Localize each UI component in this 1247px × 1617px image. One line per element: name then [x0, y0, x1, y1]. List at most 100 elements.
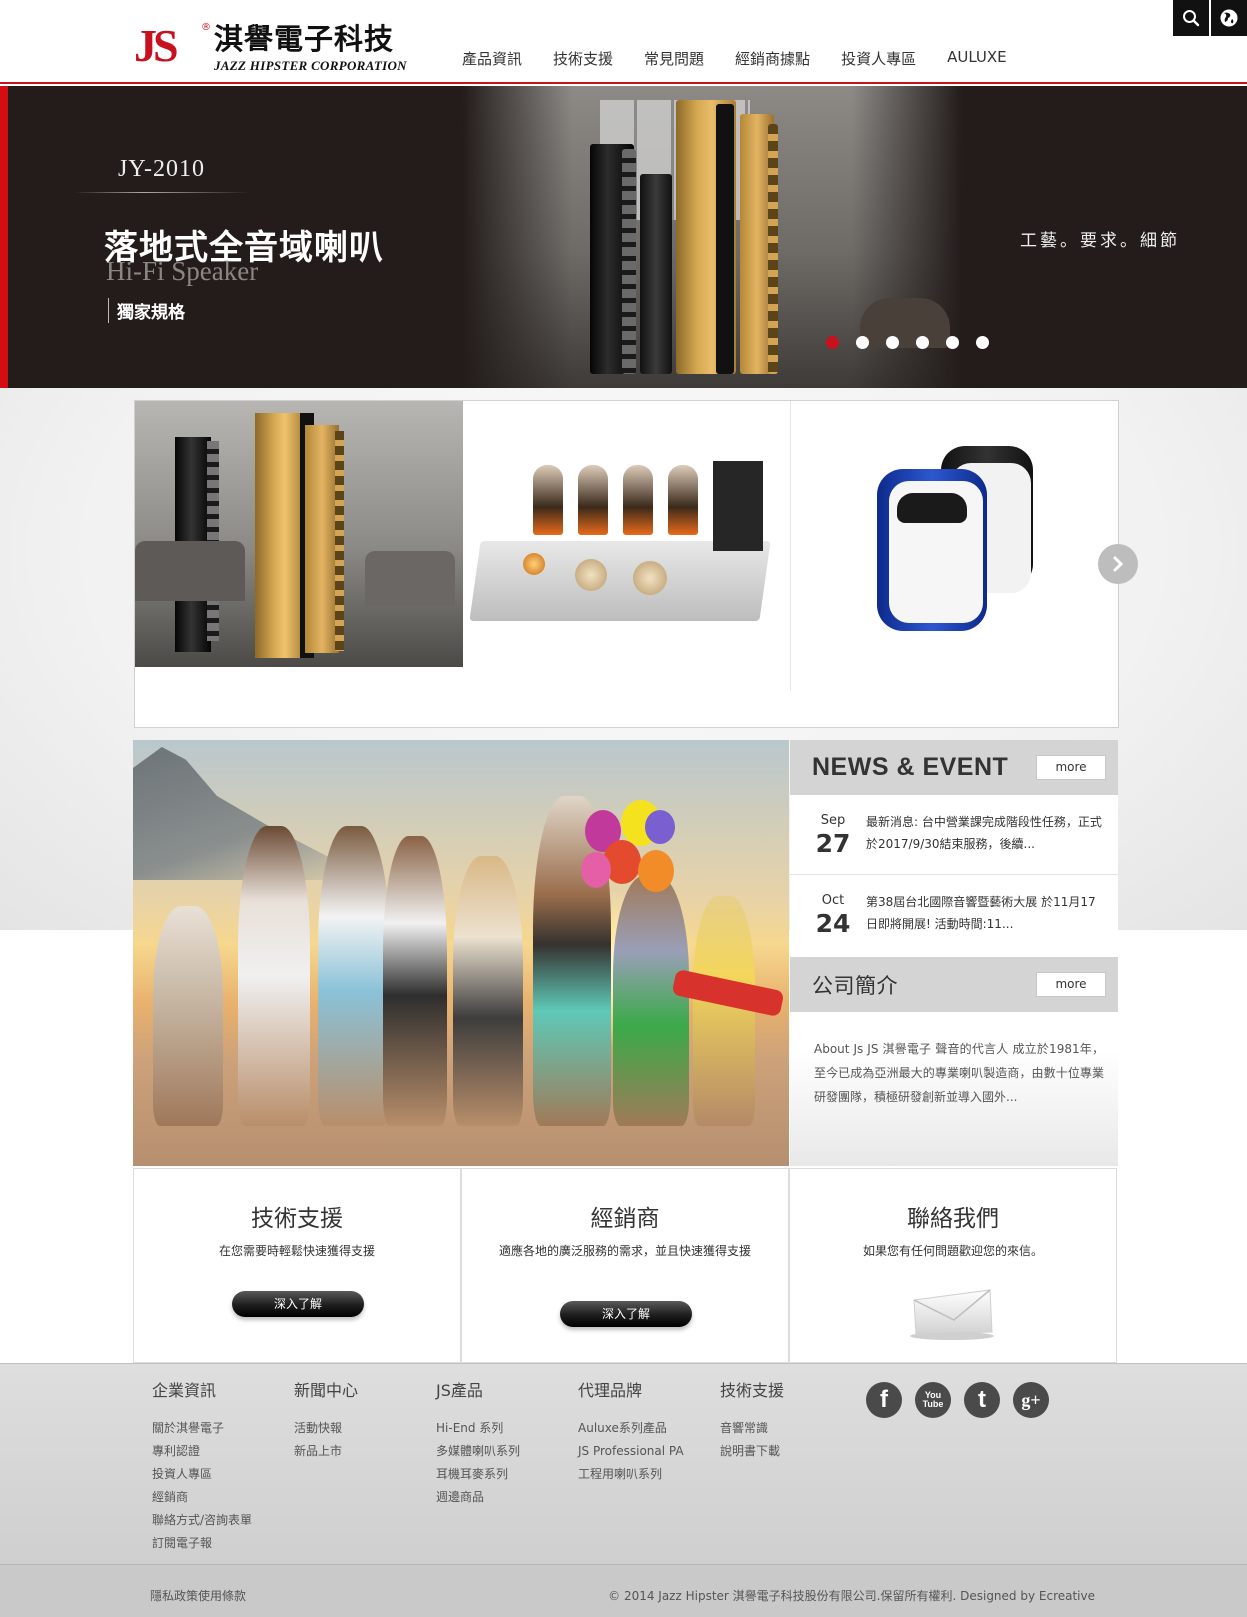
footer-link[interactable]: Auluxe系列產品	[578, 1417, 684, 1440]
person-silhouette	[383, 836, 447, 1126]
logo[interactable]: JS ® 淇譽電子科技 JAZZ HIPSTER CORPORATION	[134, 20, 414, 74]
product-card-voice-amplifier[interactable]	[791, 401, 1119, 691]
footer-link[interactable]: 關於淇譽電子	[152, 1417, 252, 1440]
box-desc: 如果您有任何問題歡迎您的來信。	[862, 1244, 1043, 1258]
social-links: f You Tube t g+	[866, 1382, 1062, 1418]
news-day: 27	[815, 829, 851, 858]
footer-link[interactable]: Hi-End 系列	[436, 1417, 520, 1440]
nav-item-investors[interactable]: 投資人專區	[841, 48, 916, 69]
person-silhouette	[318, 826, 390, 1126]
box-dealers: 經銷商 適應各地的廣泛服務的需求，並且快速獲得支援 深入了解	[461, 1168, 789, 1363]
logo-name-en: JAZZ HIPSTER CORPORATION	[214, 58, 407, 73]
chevron-right-icon	[1113, 556, 1124, 572]
slider-dot-5[interactable]	[946, 336, 959, 349]
hero-banner[interactable]: JY-2010 落地式全音域喇叭 Hi-Fi Speaker 獨家規格 工藝。要…	[0, 86, 1247, 388]
footer-column-news: 新聞中心 活動快報 新品上市	[294, 1377, 358, 1463]
box-desc: 在您需要時輕鬆快速獲得支援	[218, 1244, 375, 1258]
footer-link[interactable]: 音響常識	[720, 1417, 784, 1440]
globe-icon	[1220, 9, 1238, 27]
footer-link[interactable]: 經銷商	[152, 1486, 252, 1509]
news-panel: NEWS & EVENT more Sep 27 最新消息: 台中營業課完成階段…	[790, 740, 1118, 957]
hero-model: JY-2010	[118, 156, 206, 182]
footer-link[interactable]: 說明書下載	[720, 1440, 784, 1463]
registered-mark: ®	[201, 22, 211, 33]
hero-speaker-black-3	[716, 104, 734, 374]
slider-dot-4[interactable]	[916, 336, 929, 349]
footer-link[interactable]: 新品上市	[294, 1440, 358, 1463]
hero-model-divider	[74, 192, 249, 193]
slider-dot-6[interactable]	[976, 336, 989, 349]
footer-link[interactable]: 訂閱電子報	[152, 1532, 252, 1555]
footer-link[interactable]: 耳機耳麥系列	[436, 1463, 520, 1486]
hero-speaker-gold-2-drivers	[768, 124, 778, 374]
feature-boxes: 技術支援 在您需要時輕鬆快速獲得支援 深入了解 經銷商 適應各地的廣泛服務的需求…	[133, 1168, 1118, 1363]
top-icons	[1171, 0, 1247, 36]
learn-more-button[interactable]: 深入了解	[560, 1301, 692, 1327]
news-item[interactable]: Sep 27 最新消息: 台中營業課完成階段性任務，正式於2017/9/30結束…	[790, 795, 1118, 875]
about-body: About Js JS 淇譽電子 聲音的代言人 成立於1981年，至今已成為亞洲…	[814, 1042, 1104, 1104]
footer-heading: JS產品	[436, 1381, 483, 1400]
box-desc: 適應各地的廣泛服務的需求，並且快速獲得支援	[498, 1244, 751, 1258]
footer-link[interactable]: 活動快報	[294, 1417, 358, 1440]
envelope-icon[interactable]	[908, 1284, 996, 1340]
lifestyle-image	[133, 740, 789, 1166]
footer-link[interactable]: 週邊商品	[436, 1486, 520, 1509]
about-more-button[interactable]: more	[1036, 972, 1106, 997]
slider-dot-1[interactable]	[826, 336, 839, 349]
copyright: © 2014 Jazz Hipster 淇譽電子科技股份有限公司.保留所有權利.…	[608, 1589, 1095, 1603]
footer-link[interactable]: 專利認證	[152, 1440, 252, 1463]
carousel-next-button[interactable]	[1098, 544, 1138, 584]
balloon	[645, 810, 675, 844]
news-text[interactable]: 最新消息: 台中營業課完成階段性任務，正式於2017/9/30結束服務，後續..…	[866, 811, 1106, 855]
balloon	[638, 850, 674, 892]
footer-link[interactable]: JS Professional PA	[578, 1440, 684, 1463]
product-image-amplifier	[463, 401, 790, 691]
learn-more-button[interactable]: 深入了解	[232, 1291, 364, 1317]
slider-dot-3[interactable]	[886, 336, 899, 349]
box-title: 技術支援	[251, 1206, 343, 1232]
slider-dot-2[interactable]	[856, 336, 869, 349]
hero-speaker-black-1-front	[622, 149, 636, 374]
facebook-icon[interactable]: f	[866, 1382, 902, 1418]
footer-link[interactable]: 多媒體喇叭系列	[436, 1440, 520, 1463]
product-image-voice-amplifier	[791, 401, 1119, 691]
product-card-tube-amplifier[interactable]	[463, 401, 791, 691]
nav-item-dealers[interactable]: 經銷商據點	[735, 48, 810, 69]
footer-heading: 代理品牌	[578, 1381, 643, 1400]
logo-mark: JS	[134, 20, 179, 71]
news-header: NEWS & EVENT more	[790, 740, 1118, 795]
news-day: 24	[815, 909, 851, 938]
footer-heading: 技術支援	[720, 1381, 785, 1400]
nav-item-auluxe[interactable]: AULUXE	[947, 48, 1007, 69]
news-text[interactable]: 第38屆台北國際音響暨藝術大展 於11月17日即將開展! 活動時間:11...	[866, 891, 1106, 935]
search-button[interactable]	[1173, 0, 1209, 36]
person-silhouette	[238, 826, 310, 1126]
footer: 企業資訊 關於淇譽電子 專利認證 投資人專區 經銷商 聯絡方式/咨詢表單 訂閱電…	[0, 1363, 1247, 1564]
product-card-floor-speakers[interactable]	[135, 401, 463, 667]
footer-link[interactable]: 聯絡方式/咨詢表單	[152, 1509, 252, 1532]
hero-motto: 工藝。要求。細節	[1020, 231, 1180, 251]
about-header: 公司簡介 more	[790, 957, 1118, 1012]
hero-speaker-black-2	[640, 174, 672, 374]
about-panel: 公司簡介 more About Js JS 淇譽電子 聲音的代言人 成立於198…	[790, 957, 1118, 1166]
nav-item-products[interactable]: 產品資訊	[462, 48, 522, 69]
nav-item-tech-support[interactable]: 技術支援	[553, 48, 613, 69]
news-item[interactable]: Oct 24 第38屆台北國際音響暨藝術大展 於11月17日即將開展! 活動時間…	[790, 875, 1118, 955]
language-button[interactable]	[1211, 0, 1247, 36]
footer-heading: 企業資訊	[152, 1381, 217, 1400]
privacy-policy-link[interactable]: 隱私政策使用條款	[150, 1587, 246, 1604]
news-month: Sep	[820, 813, 846, 828]
header: JS ® 淇譽電子科技 JAZZ HIPSTER CORPORATION 產品資…	[0, 0, 1247, 84]
box-contact: 聯絡我們 如果您有任何問題歡迎您的來信。	[789, 1168, 1117, 1363]
googleplus-icon[interactable]: g+	[1013, 1382, 1049, 1418]
bottom-bar: 隱私政策使用條款 © 2014 Jazz Hipster 淇譽電子科技股份有限公…	[0, 1564, 1247, 1617]
twitter-icon[interactable]: t	[964, 1382, 1000, 1418]
youtube-icon[interactable]: You Tube	[915, 1382, 951, 1418]
footer-heading: 新聞中心	[294, 1381, 359, 1400]
footer-link[interactable]: 工程用喇叭系列	[578, 1463, 684, 1486]
hero-accent-bar	[0, 86, 8, 388]
nav-item-faq[interactable]: 常見問題	[644, 48, 704, 69]
footer-link[interactable]: 投資人專區	[152, 1463, 252, 1486]
news-title: NEWS & EVENT	[812, 753, 1009, 781]
news-more-button[interactable]: more	[1036, 755, 1106, 780]
